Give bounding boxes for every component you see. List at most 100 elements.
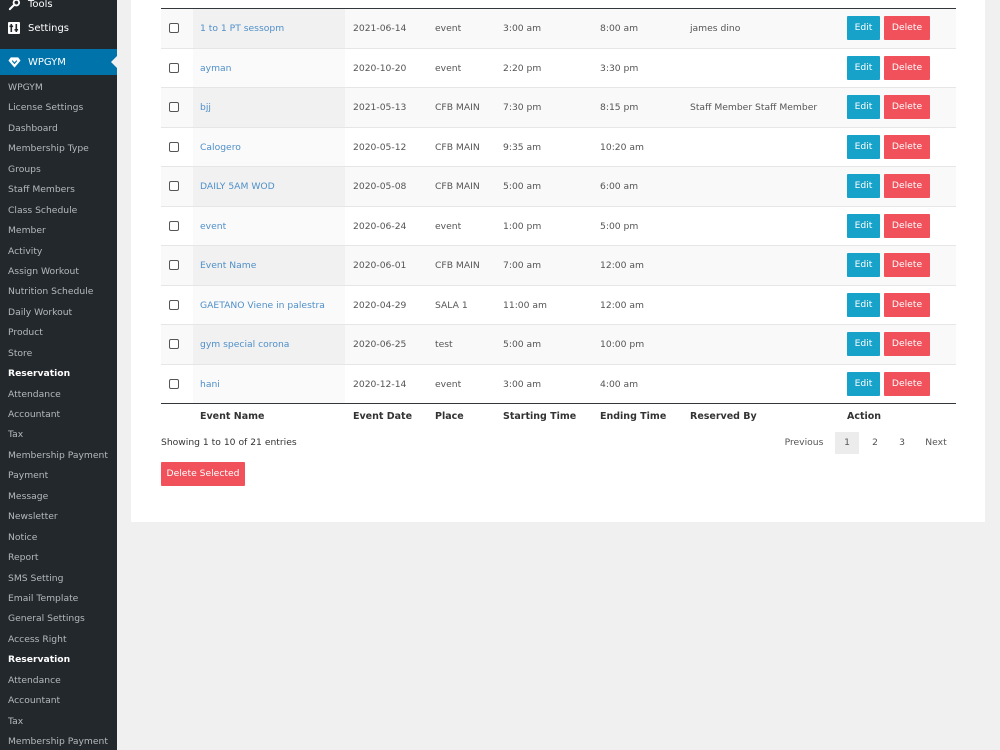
edit-button[interactable]: Edit	[847, 213, 880, 238]
submenu-item-accountant[interactable]: Accountant	[0, 405, 117, 425]
edit-button[interactable]: Edit	[847, 55, 880, 80]
menu-item-tools[interactable]: Tools	[0, 0, 117, 15]
delete-button[interactable]: Delete	[884, 371, 930, 396]
column-header-reserved-by[interactable]: Reserved By	[690, 404, 757, 430]
edit-button[interactable]: Edit	[847, 292, 880, 317]
submenu-item-membership-payment[interactable]: Membership Payment	[0, 446, 117, 466]
submenu-item-reservation[interactable]: Reservation	[0, 364, 117, 384]
pagination-next[interactable]: Next	[919, 432, 953, 454]
starting-time: 7:00 am	[503, 260, 542, 271]
event-name-link[interactable]: bjj	[200, 88, 211, 128]
row-checkbox[interactable]	[169, 102, 179, 112]
column-header-place[interactable]: Place	[435, 404, 464, 430]
row-checkbox[interactable]	[169, 220, 179, 231]
submenu-item-groups[interactable]: Groups	[0, 160, 117, 180]
submenu-item-product[interactable]: Product	[0, 323, 117, 343]
submenu-item-activity[interactable]: Activity	[0, 242, 117, 262]
delete-button[interactable]: Delete	[884, 134, 930, 159]
ending-time: 6:00 am	[600, 181, 639, 192]
menu-label-tools: Tools	[28, 0, 53, 10]
delete-button[interactable]: Delete	[884, 16, 930, 40]
row-checkbox[interactable]	[169, 23, 179, 33]
submenu-item-staff-members[interactable]: Staff Members	[0, 180, 117, 200]
submenu-item-general-settings[interactable]: General Settings	[0, 609, 117, 629]
column-header-event-name[interactable]: Event Name	[200, 404, 264, 430]
edit-button[interactable]: Edit	[847, 332, 880, 356]
submenu-item-dashboard[interactable]: Dashboard	[0, 119, 117, 139]
submenu-item-message[interactable]: Message	[0, 487, 117, 507]
event-name-link[interactable]: gym special corona	[200, 325, 289, 365]
submenu-item-store[interactable]: Store	[0, 344, 117, 364]
submenu-item-report[interactable]: Report	[0, 548, 117, 568]
submenu-item-attendance[interactable]: Attendance	[0, 671, 117, 691]
event-place: event	[435, 378, 462, 390]
delete-button[interactable]: Delete	[884, 213, 930, 238]
submenu-item-email-template[interactable]: Email Template	[0, 589, 117, 609]
edit-button[interactable]: Edit	[847, 174, 880, 198]
event-date: 2021-06-14	[353, 23, 407, 34]
delete-button[interactable]: Delete	[884, 292, 930, 317]
event-date: 2020-10-20	[353, 62, 407, 74]
event-name-link[interactable]: DAILY 5AM WOD	[200, 167, 275, 207]
delete-button[interactable]: Delete	[884, 253, 930, 277]
row-checkbox[interactable]	[169, 62, 179, 73]
submenu-item-tax[interactable]: Tax	[0, 712, 117, 732]
delete-selected-button[interactable]: Delete Selected	[161, 462, 245, 486]
table-row: Calogero 2020-05-12 CFB MAIN 9:35 am 10:20 a…	[161, 127, 956, 168]
submenu-item-notice[interactable]: Notice	[0, 528, 117, 548]
pagination-page-1[interactable]: 1	[835, 432, 859, 454]
table-row: bjj 2021-05-13 CFB MAIN 7:30 pm 8:15 pm Staff…	[161, 88, 956, 128]
edit-button[interactable]: Edit	[847, 253, 880, 277]
submenu-item-access-right[interactable]: Access Right	[0, 630, 117, 650]
edit-button[interactable]: Edit	[847, 134, 880, 159]
event-name-link[interactable]: ayman	[200, 49, 231, 89]
edit-button[interactable]: Edit	[847, 16, 880, 40]
event-name-link[interactable]: 1 to 1 PT sessopm	[200, 9, 284, 49]
submenu-item-newsletter[interactable]: Newsletter	[0, 507, 117, 527]
column-header-event-date[interactable]: Event Date	[353, 404, 412, 430]
submenu-item-wpgym[interactable]: WPGYM	[0, 78, 117, 98]
delete-button[interactable]: Delete	[884, 95, 930, 119]
row-checkbox[interactable]	[169, 141, 179, 152]
row-checkbox[interactable]	[169, 260, 179, 270]
submenu-item-tax[interactable]: Tax	[0, 425, 117, 445]
starting-time: 3:00 am	[503, 378, 542, 390]
submenu-item-attendance[interactable]: Attendance	[0, 385, 117, 405]
table-row: hani 2020-12-14 event 3:00 am 4:00 am Edit Del…	[161, 364, 956, 405]
pagination-page-2[interactable]: 2	[863, 432, 887, 454]
row-checkbox[interactable]	[169, 299, 179, 310]
diamond-heart-icon	[0, 56, 28, 68]
submenu-item-class-schedule[interactable]: Class Schedule	[0, 201, 117, 221]
row-checkbox[interactable]	[169, 378, 179, 389]
pagination-page-3[interactable]: 3	[890, 432, 914, 454]
submenu-item-sms-setting[interactable]: SMS Setting	[0, 569, 117, 589]
delete-button[interactable]: Delete	[884, 174, 930, 198]
column-header-ending-time[interactable]: Ending Time	[600, 404, 666, 430]
row-checkbox[interactable]	[169, 339, 179, 349]
submenu-item-member[interactable]: Member	[0, 221, 117, 241]
row-checkbox[interactable]	[169, 181, 179, 191]
submenu-item-license-settings[interactable]: License Settings	[0, 98, 117, 118]
submenu-item-nutrition-schedule[interactable]: Nutrition Schedule	[0, 282, 117, 302]
event-name-link[interactable]: event	[200, 207, 226, 247]
edit-button[interactable]: Edit	[847, 95, 880, 119]
submenu-item-membership-type[interactable]: Membership Type	[0, 139, 117, 159]
submenu-item-daily-workout[interactable]: Daily Workout	[0, 303, 117, 323]
event-name-link[interactable]: hani	[200, 365, 220, 405]
submenu-item-accountant[interactable]: Accountant	[0, 691, 117, 711]
submenu-item-reservation[interactable]: Reservation	[0, 650, 117, 670]
column-header-starting-time[interactable]: Starting Time	[503, 404, 576, 430]
pagination-previous[interactable]: Previous	[779, 432, 829, 454]
event-name-link[interactable]: Event Name	[200, 246, 256, 286]
delete-button[interactable]: Delete	[884, 332, 930, 356]
event-name-link[interactable]: GAETANO Viene in palestra	[200, 286, 325, 326]
submenu-item-membership-payment[interactable]: Membership Payment	[0, 732, 117, 750]
submenu-item-assign-workout[interactable]: Assign Workout	[0, 262, 117, 282]
event-date: 2020-04-29	[353, 299, 407, 311]
menu-item-wpgym[interactable]: WPGYM	[0, 49, 117, 75]
submenu-item-payment[interactable]: Payment	[0, 466, 117, 486]
delete-button[interactable]: Delete	[884, 55, 930, 80]
event-name-link[interactable]: Calogero	[200, 128, 241, 168]
menu-item-settings[interactable]: Settings	[0, 17, 117, 39]
edit-button[interactable]: Edit	[847, 371, 880, 396]
